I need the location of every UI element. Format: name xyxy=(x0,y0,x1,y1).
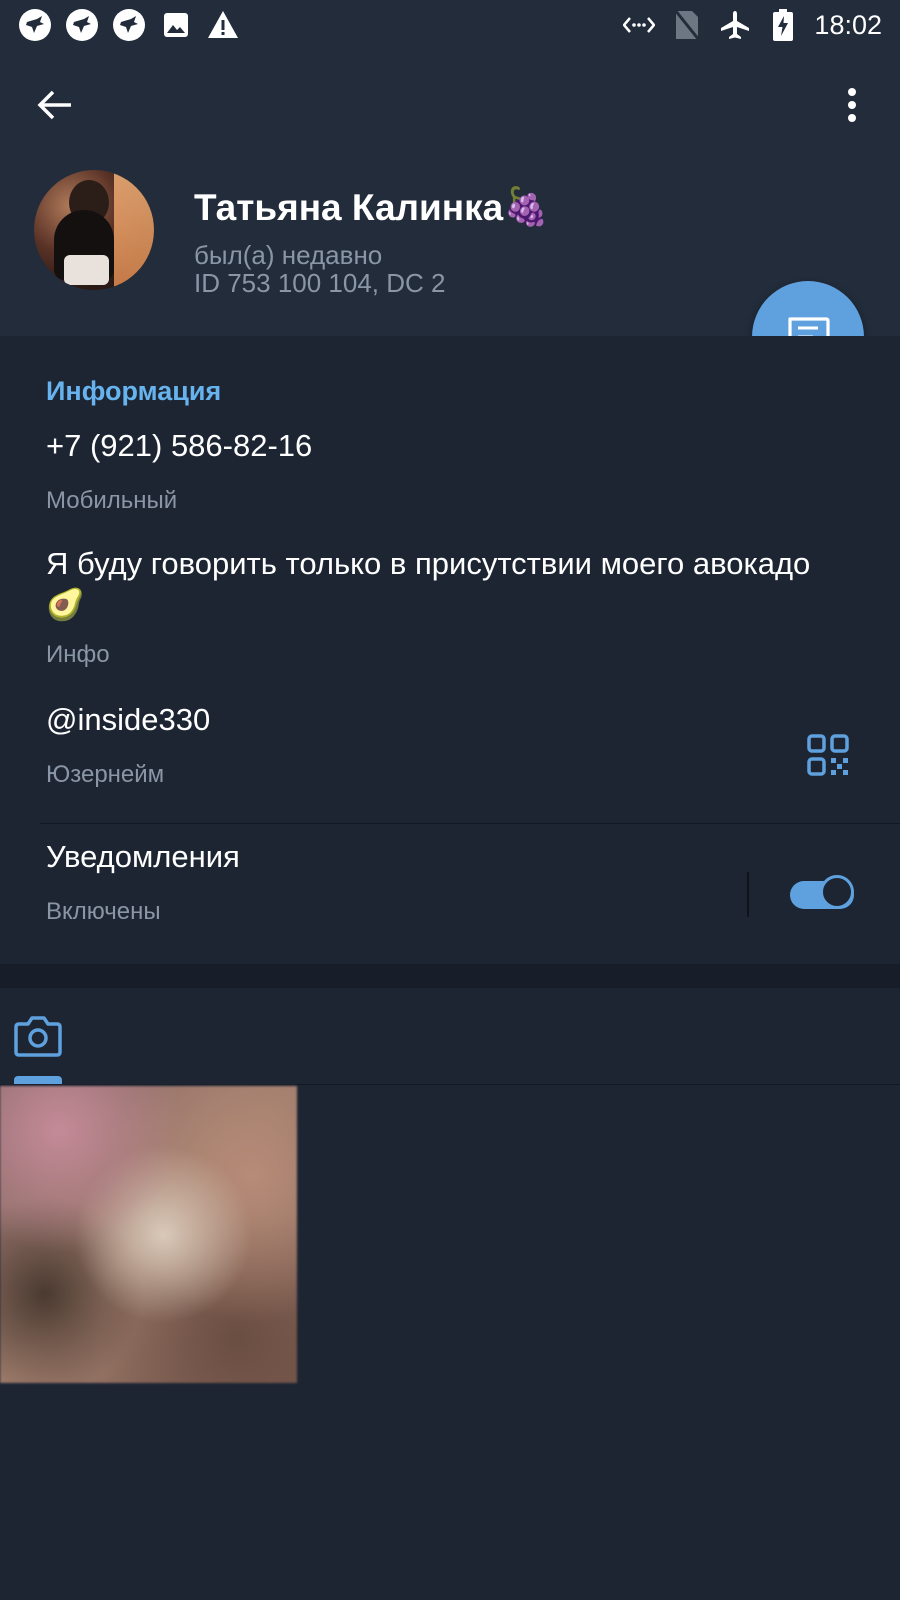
no-sim-icon xyxy=(670,8,704,42)
phone-number: +7 (921) 586-82-16 xyxy=(46,428,313,463)
divider xyxy=(40,823,900,824)
shared-media-tabs xyxy=(0,988,900,1085)
clock: 18:02 xyxy=(814,10,882,40)
bio-text: Я буду говорить только в присутствии мое… xyxy=(46,546,811,581)
warning-icon xyxy=(206,8,240,42)
user-id: ID 753 100 104, DC 2 xyxy=(194,268,446,298)
avocado-emoji: 🥑 xyxy=(46,587,85,622)
notifications-title: Уведомления xyxy=(46,839,240,874)
profile-header: Татьяна Калинка 🍇 был(а) недавно ID 753 1… xyxy=(0,50,900,336)
more-options-button[interactable] xyxy=(832,80,872,130)
bird-notification-icon xyxy=(65,8,99,42)
bird-notification-icon xyxy=(112,8,146,42)
bio-label: Инфо xyxy=(46,641,110,668)
tab-photos[interactable] xyxy=(14,1014,62,1062)
active-tab-indicator xyxy=(14,1076,62,1084)
vertical-separator xyxy=(747,872,749,917)
bird-notification-icon xyxy=(18,8,52,42)
airplane-mode-icon xyxy=(718,8,752,42)
notifications-toggle[interactable] xyxy=(790,875,858,915)
info-section: Информация +7 (921) 586-82-16 Мобильный … xyxy=(0,336,900,964)
phone-label: Мобильный xyxy=(46,487,178,514)
qr-code-button[interactable] xyxy=(806,733,850,777)
username: @inside330 xyxy=(46,702,211,737)
profile-name: Татьяна Калинка 🍇 xyxy=(194,186,549,229)
section-separator xyxy=(0,964,900,988)
battery-charging-icon xyxy=(766,8,800,42)
status-bar: 18:02 xyxy=(0,0,900,50)
arrow-left-icon xyxy=(37,90,71,120)
back-button[interactable] xyxy=(30,80,80,130)
profile-name-text: Татьяна Калинка xyxy=(194,186,504,228)
more-vertical-icon xyxy=(848,88,856,122)
grapes-emoji: 🍇 xyxy=(503,186,550,227)
status-bar-notifications xyxy=(18,8,240,42)
camera-icon xyxy=(14,1016,62,1057)
section-title: Информация xyxy=(46,376,222,406)
media-thumbnail[interactable] xyxy=(0,1086,297,1383)
toggle-knob xyxy=(820,875,854,909)
notifications-status: Включены xyxy=(46,898,161,925)
username-label: Юзернейм xyxy=(46,761,165,788)
last-seen-status: был(а) недавно xyxy=(194,240,383,270)
avatar[interactable] xyxy=(34,170,154,290)
data-saver-icon xyxy=(622,8,656,42)
image-notification-icon xyxy=(159,8,193,42)
status-bar-system: 18:02 xyxy=(622,8,882,42)
qr-code-icon xyxy=(807,734,849,776)
